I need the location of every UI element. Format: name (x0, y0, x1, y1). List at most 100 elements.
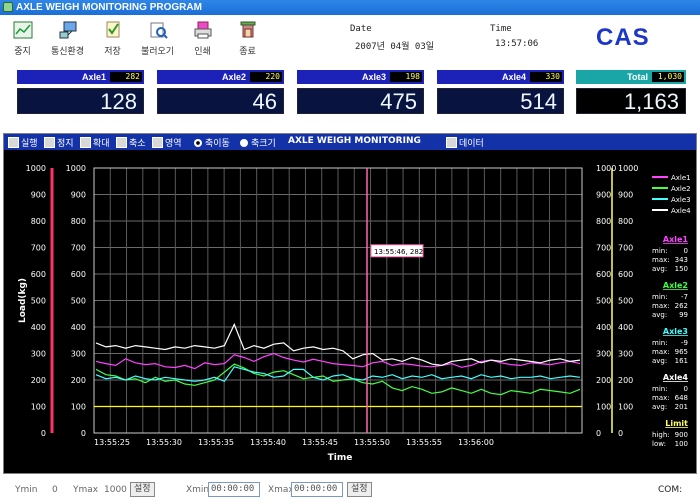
bottom-bar: Ymin 0 Ymax 1000 설정 Xmin 00:00:00 Xmax 0… (0, 478, 700, 504)
y-tick-inner: 100 (71, 403, 86, 412)
graph-title: AXLE WEIGH MONITORING (288, 136, 421, 146)
stats-key: min: (652, 247, 668, 255)
y-tick-inner-right: 400 (596, 323, 611, 332)
x-tick-label: 13:56:00 (458, 438, 494, 447)
zoom-in-icon (80, 137, 91, 148)
save-label: 저장 (104, 47, 121, 57)
stats-value: 150 (675, 265, 688, 273)
x-tick-label: 13:55:45 (302, 438, 338, 447)
axle2-value: 46 (157, 88, 284, 114)
y-tick-inner-right: 800 (596, 217, 611, 226)
y-tick-left: 1000 (26, 164, 46, 173)
save-button[interactable]: 저장 (98, 20, 127, 58)
y-tick-inner-right: 700 (596, 244, 611, 253)
computer-network-icon (58, 20, 78, 40)
axle4-peak: 330 (530, 72, 562, 82)
zoom-in-button[interactable]: 확대 (80, 136, 110, 149)
stats-value: 900 (675, 431, 688, 439)
axle1-peak: 282 (110, 72, 142, 82)
time-label: Time (490, 24, 512, 34)
axis-move-radio[interactable]: 축이동 (194, 136, 230, 149)
stats-title-axle3: Axle3 (663, 327, 688, 336)
y-tick-left: 700 (31, 244, 46, 253)
toolbar: 중지 통신환경 저장 불러오기 인쇄 종료 (8, 20, 278, 60)
title-bar: AXLE WEIGH MONITORING PROGRAM (0, 0, 700, 15)
data-button[interactable]: 데이터 (446, 136, 484, 149)
x-apply-button[interactable]: 설정 (347, 482, 372, 497)
legend-label-axle3: Axle3 (671, 196, 691, 204)
stats-key: max: (652, 256, 670, 264)
x-tick-label: 13:55:35 (198, 438, 234, 447)
x-tick-label: 13:55:30 (146, 438, 182, 447)
axle1-value: 128 (17, 88, 144, 114)
y-tick-right: 600 (618, 270, 633, 279)
y-tick-inner: 700 (71, 244, 86, 253)
zoom-out-label: 축소 (129, 139, 146, 149)
stats-title-limit: Limit (665, 419, 688, 428)
comm-settings-label: 통신환경 (50, 47, 85, 57)
y-apply-button[interactable]: 설정 (130, 482, 155, 497)
cursor-tooltip-text: 13:55:46, 282 (374, 248, 423, 256)
graph-area[interactable]: 0 0 0 0 100 100 100 100 200 200 200 200 300 300 300 300… (4, 150, 696, 473)
y-tick-inner: 600 (71, 270, 86, 279)
axle3-name: Axle3 (361, 72, 386, 82)
load-label: 불러오기 (140, 47, 175, 57)
stats-key: min: (652, 339, 668, 347)
stats-key: avg: (652, 357, 667, 365)
axle1-display: Axle1 282 128 (17, 70, 144, 114)
legend-label-axle4: Axle4 (671, 207, 691, 215)
brand-logo: CAS (596, 24, 650, 51)
xmax-label: Xmax (268, 485, 294, 495)
exit-button[interactable]: 종료 (233, 20, 262, 58)
stats-value: 343 (675, 256, 688, 264)
stats-value: -9 (681, 339, 688, 347)
total-peak: 1,030 (652, 72, 684, 82)
y-tick-inner-right: 1000 (596, 164, 616, 173)
print-button[interactable]: 인쇄 (188, 20, 217, 58)
axle4-name: Axle4 (501, 72, 526, 82)
y-tick-inner: 300 (71, 350, 86, 359)
app-icon (3, 2, 13, 12)
zoom-out-button[interactable]: 축소 (116, 136, 146, 149)
y-tick-left: 300 (31, 350, 46, 359)
axle4-value: 514 (437, 88, 564, 114)
open-icon (148, 20, 168, 40)
axle4-display: Axle4 330 514 (437, 70, 564, 114)
xmin-input[interactable]: 00:00:00 (208, 482, 260, 497)
ymin-label: Ymin (15, 485, 38, 495)
y-tick-inner-right: 900 (596, 191, 611, 200)
y-tick-inner-right: 200 (596, 376, 611, 385)
pause-button[interactable]: 정지 (44, 136, 74, 149)
load-button[interactable]: 불러오기 (140, 20, 175, 58)
area-button[interactable]: 영역 (152, 136, 182, 149)
print-icon (193, 20, 213, 40)
stats-title-axle4: Axle4 (663, 373, 689, 382)
table-icon (446, 137, 457, 148)
x-tick-label: 13:55:25 (94, 438, 130, 447)
total-value: 1,163 (576, 88, 686, 114)
ymax-value: 1000 (104, 485, 127, 495)
comm-settings-button[interactable]: 통신환경 (50, 20, 85, 58)
xmax-input[interactable]: 00:00:00 (291, 482, 343, 497)
chart-stop-icon (13, 20, 33, 40)
y-tick-left: 800 (31, 217, 46, 226)
stats-key: max: (652, 302, 670, 310)
stats-key: min: (652, 293, 668, 301)
date-label: Date (350, 24, 372, 34)
y-tick-left: 500 (31, 297, 46, 306)
load-chart[interactable]: 0 0 0 0 100 100 100 100 200 200 200 200 300 300 300 300… (4, 150, 696, 473)
run-button[interactable]: 실행 (8, 136, 38, 149)
ymin-value: 0 (52, 485, 58, 495)
stop-button[interactable]: 중지 (8, 20, 37, 58)
save-icon (103, 20, 123, 40)
axle3-value: 475 (297, 88, 424, 114)
y-tick-inner-right: 100 (596, 403, 611, 412)
x-tick-label: 13:55:40 (250, 438, 286, 447)
axis-size-radio[interactable]: 축크기 (240, 136, 276, 149)
y-tick-right: 100 (618, 403, 633, 412)
zoom-in-label: 확대 (93, 139, 110, 149)
y-tick-inner-right: 300 (596, 350, 611, 359)
y-tick-right: 1000 (618, 164, 638, 173)
graph-control-bar: 실행 정지 확대 축소 영역 축이동 축크기 AXLE WEIGH MONITO… (4, 134, 696, 150)
data-label: 데이터 (459, 139, 484, 149)
